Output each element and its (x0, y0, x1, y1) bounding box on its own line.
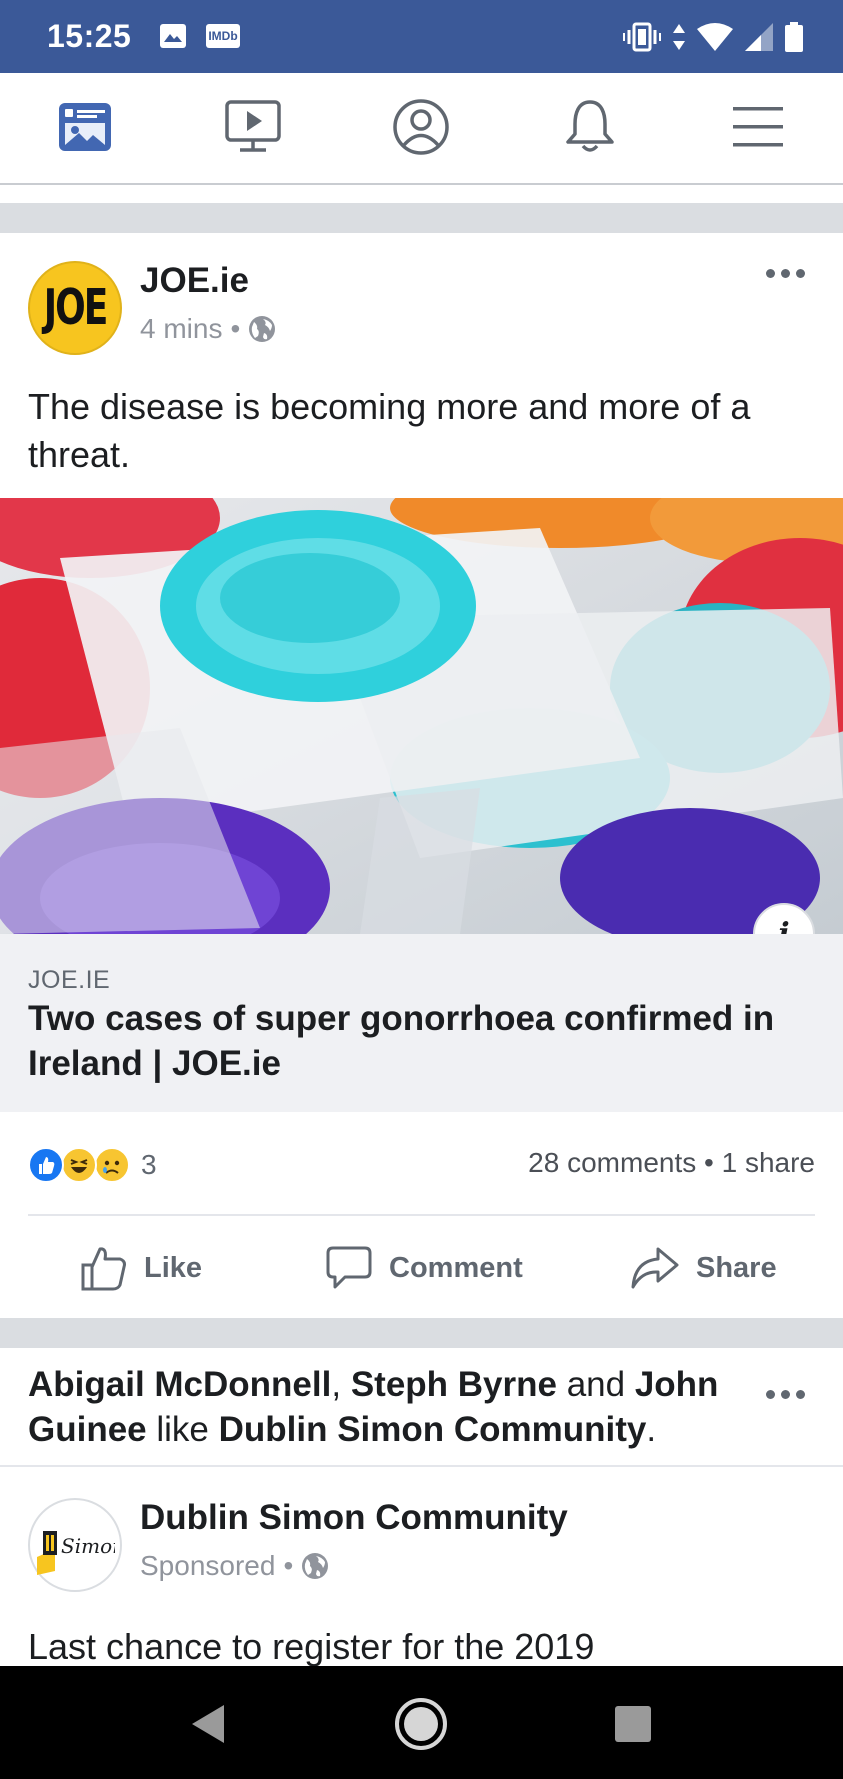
back-icon[interactable] (180, 1696, 236, 1752)
post-time[interactable]: 4 mins (140, 313, 222, 345)
engagement-summary[interactable]: 28 comments • 1 share (528, 1147, 815, 1179)
share-icon (631, 1247, 679, 1289)
comment-label: Comment (389, 1251, 523, 1284)
top-nav (0, 73, 843, 185)
like-icon (81, 1247, 126, 1291)
post-meta: 4 mins • (140, 313, 276, 345)
feed-post: Abigail McDonnell, Steph Byrne and John … (0, 1348, 843, 1667)
friend-name[interactable]: Steph Byrne (351, 1365, 557, 1404)
page-avatar[interactable]: JOE (28, 261, 122, 355)
imdb-icon: IMDb (206, 24, 240, 48)
news-feed-icon[interactable] (50, 95, 120, 159)
vibrate-icon (623, 22, 661, 52)
status-time: 15:25 (47, 18, 132, 54)
watch-icon[interactable] (218, 95, 288, 159)
share-button[interactable]: Share (630, 1238, 777, 1298)
link-domain: JOE.IE (28, 966, 111, 994)
gallery-icon (160, 24, 186, 48)
notifications-icon[interactable] (555, 95, 625, 159)
globe-icon (302, 1553, 329, 1579)
post-text: Last chance to register for the 2019 (28, 1626, 595, 1667)
comment-button[interactable]: Comment (325, 1238, 523, 1298)
share-label: Share (696, 1251, 777, 1284)
battery-icon (785, 22, 803, 52)
wifi-icon (697, 23, 733, 51)
avatar-text: Simon (61, 1534, 115, 1558)
status-bar: 15:25 IMDb (0, 0, 843, 73)
haha-reaction-icon (61, 1147, 97, 1183)
feed-post: JOE JOE.ie 4 mins • The disease is becom… (0, 233, 843, 1318)
like-label: Like (144, 1251, 203, 1284)
like-reaction-icon (28, 1147, 64, 1183)
divider (0, 1465, 843, 1467)
link-preview-image[interactable] (0, 498, 843, 934)
sad-reaction-icon (94, 1147, 130, 1183)
signal-icon (745, 23, 773, 51)
like-button[interactable]: Like (80, 1238, 202, 1298)
liked-page-name[interactable]: Dublin Simon Community (219, 1410, 647, 1449)
feed-separator (0, 203, 843, 233)
page-name[interactable]: Dublin Simon Community (140, 1498, 568, 1538)
social-context: Abigail McDonnell, Steph Byrne and John … (28, 1365, 719, 1449)
avatar-text: JOE (43, 280, 109, 336)
page-avatar[interactable]: Simon (28, 1498, 122, 1592)
menu-icon[interactable] (723, 95, 793, 159)
more-options-button[interactable] (766, 269, 805, 278)
reactions-summary[interactable]: 3 (28, 1145, 157, 1185)
meta-separator: • (283, 1550, 294, 1581)
post-meta: Sponsored • (140, 1550, 329, 1582)
status-icons (623, 18, 803, 56)
page-name[interactable]: JOE.ie (140, 261, 249, 301)
feed-separator (0, 1318, 843, 1348)
data-arrows-icon (673, 24, 685, 50)
link-title[interactable]: Two cases of super gonorrhoea confirmed … (28, 996, 818, 1086)
more-options-button[interactable] (766, 1390, 805, 1399)
recents-icon[interactable] (605, 1696, 661, 1752)
divider (28, 1214, 815, 1216)
link-preview-box[interactable]: JOE.IE Two cases of super gonorrhoea con… (0, 934, 843, 1112)
home-icon[interactable] (393, 1696, 449, 1752)
profile-icon[interactable] (386, 95, 456, 159)
friend-name[interactable]: Abigail McDonnell (28, 1365, 331, 1404)
meta-separator: • (230, 313, 241, 344)
sponsored-label[interactable]: Sponsored (140, 1550, 275, 1582)
comment-icon (326, 1246, 372, 1289)
globe-icon (249, 316, 276, 342)
system-nav-bar (0, 1666, 843, 1779)
reaction-count: 3 (141, 1149, 157, 1180)
post-text: The disease is becoming more and more of… (28, 386, 751, 475)
